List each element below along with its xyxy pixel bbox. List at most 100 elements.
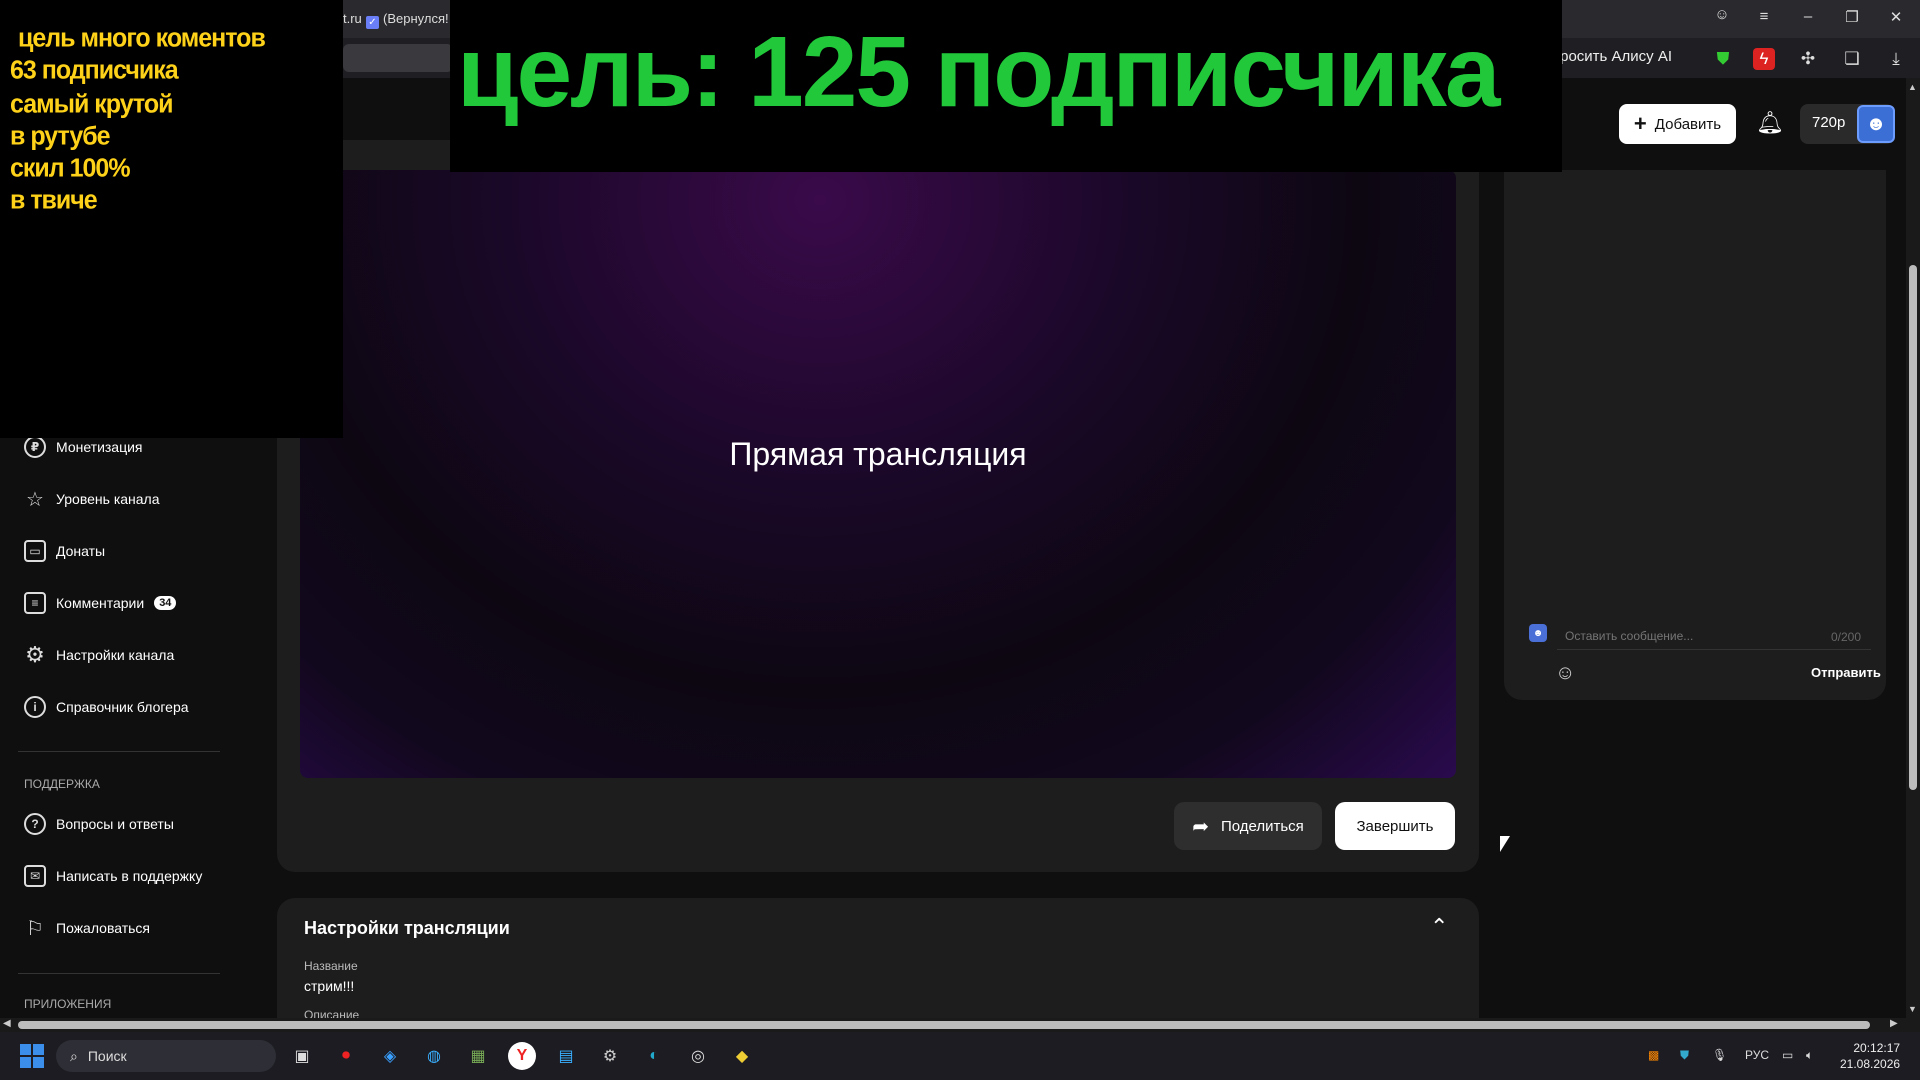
network-icon[interactable]: ▭ [1782, 1048, 1793, 1062]
chevron-up-icon[interactable]: ⌃ [1430, 914, 1448, 940]
question-icon: ? [24, 813, 46, 835]
sidebar-item-comments[interactable]: ≡ Комментарии 34 [24, 588, 177, 618]
close-icon[interactable]: ✕ [1886, 8, 1906, 26]
sidebar-item-label: Написать в поддержку [56, 868, 203, 884]
edge-browser-icon[interactable]: ◐ [640, 1042, 668, 1070]
overlay-line: в твиче [10, 185, 98, 215]
record-app-icon[interactable]: ⏺ [332, 1042, 360, 1070]
store-app-icon[interactable]: ▤ [552, 1042, 580, 1070]
tray-shield-icon[interactable]: ⛊ [1680, 1048, 1689, 1063]
sidebar-item-label: Пожаловаться [56, 920, 151, 936]
add-button-label: Добавить [1654, 115, 1722, 133]
steam-app-icon[interactable]: ◍ [420, 1042, 448, 1070]
windows-start-icon[interactable] [20, 1044, 44, 1068]
chat-message-input[interactable] [1557, 622, 1871, 650]
emoji-icon[interactable]: ☺ [1555, 662, 1575, 685]
minecraft-app-icon[interactable]: ▦ [464, 1042, 492, 1070]
sidebar-item-contact-support[interactable]: ✉ Написать в поддержку [24, 861, 202, 891]
flash-extension-icon[interactable]: ϟ [1753, 48, 1775, 70]
star-icon: ☆ [26, 488, 44, 511]
taskbar-search[interactable]: ⌕ Поиск [56, 1040, 276, 1072]
clock-time: 20:12:17 [1853, 1041, 1901, 1055]
sidebar-item-channel-level[interactable]: ☆ Уровень канала [24, 484, 160, 514]
stream-name-label: Название [304, 959, 358, 973]
gear-icon: ⚙ [25, 642, 45, 667]
scroll-left-arrow-icon[interactable]: ◀ [3, 1018, 11, 1029]
tab-url-fragment[interactable]: t.ru [343, 11, 362, 26]
task-view-icon[interactable]: ▣ [288, 1042, 316, 1070]
scroll-down-arrow-icon[interactable]: ▼ [1908, 1004, 1917, 1014]
obs-app-icon[interactable]: ◎ [684, 1042, 712, 1070]
share-button[interactable]: ➦ Поделиться [1174, 802, 1322, 850]
sidebar-divider [18, 973, 220, 974]
plus-icon: + [1633, 111, 1647, 136]
overlay-line: самый крутой [10, 89, 173, 119]
stream-name-value[interactable]: стрим!!! [304, 978, 354, 994]
address-field[interactable] [343, 44, 453, 72]
share-icon: ➦ [1192, 815, 1209, 838]
stream-description-label: Описание [304, 1008, 360, 1018]
overlay-line: 63 подписчика [10, 55, 179, 85]
restore-icon[interactable]: ❐ [1842, 8, 1862, 26]
chat-avatar: ☻ [1529, 624, 1547, 642]
sidebar-item-donations[interactable]: ▭ Донаты [24, 536, 105, 566]
sidebar-item-channel-settings[interactable]: ⚙ Настройки канала [24, 640, 174, 670]
ruble-icon: ₽ [24, 436, 46, 458]
overlay-line: скил 100% [10, 153, 131, 183]
wallet-icon: ▭ [24, 540, 46, 562]
sidebar-divider [18, 751, 220, 752]
volume-icon[interactable]: 🔈︎ [1806, 1048, 1813, 1063]
taskbar-clock[interactable]: 20:12:17 21.08.2026 [1840, 1040, 1900, 1072]
microphone-icon[interactable]: 🎙︎ [1712, 1048, 1727, 1062]
chat-panel [1504, 170, 1886, 700]
subscriber-goal-text: цель: 125 подписчика [457, 16, 1501, 128]
download-icon[interactable]: ⤓ [1885, 48, 1907, 70]
end-stream-button[interactable]: Завершить [1335, 802, 1455, 850]
tray-app-icon[interactable]: ▩ [1648, 1048, 1659, 1062]
box-app-icon[interactable]: ◈ [376, 1042, 404, 1070]
clock-date: 21.08.2026 [1840, 1057, 1901, 1071]
chat-send-button[interactable]: Отправить [1811, 665, 1881, 680]
share-button-label: Поделиться [1220, 817, 1304, 835]
sidebar-item-blogger-guide[interactable]: i Справочник блогера [24, 692, 189, 722]
minimize-icon[interactable]: – [1798, 8, 1818, 25]
comments-count-badge: 34 [154, 596, 177, 610]
video-player[interactable] [300, 170, 1456, 778]
language-indicator[interactable]: РУС [1745, 1048, 1769, 1062]
player-title: Прямая трансляция [729, 436, 1027, 472]
chat-char-counter: 0/200 [1831, 630, 1862, 644]
overlay-line: цель много коментов [18, 23, 266, 53]
horizontal-scrollbar-thumb[interactable] [18, 1021, 1870, 1029]
mouse-cursor [1500, 836, 1510, 852]
collections-icon[interactable]: ❏ [1841, 48, 1863, 70]
sidebar-item-faq[interactable]: ? Вопросы и ответы [24, 809, 174, 839]
sidebar-heading-apps: ПРИЛОЖЕНИЯ [24, 997, 112, 1011]
bell-icon[interactable]: 🔔︎ [1756, 110, 1784, 136]
overlay-line: в рутубе [10, 121, 111, 151]
add-button[interactable]: + Добавить [1619, 104, 1736, 144]
vertical-scrollbar-thumb[interactable] [1909, 265, 1917, 790]
tab-title-text: (Вернулся! [383, 11, 449, 26]
search-icon: ⌕ [70, 1047, 78, 1064]
scroll-right-arrow-icon[interactable]: ▶ [1890, 1018, 1898, 1029]
shield-extension-icon[interactable]: ⛊ [1712, 48, 1734, 70]
tab-title[interactable]: ✓ (Вернулся! [366, 11, 449, 29]
sidebar-item-label: Уровень канала [56, 491, 160, 507]
yandex-browser-icon[interactable]: Y [508, 1042, 536, 1070]
scroll-up-arrow-icon[interactable]: ▲ [1908, 82, 1917, 92]
extensions-icon[interactable]: ✣ [1797, 48, 1819, 70]
quality-label[interactable]: 720p [1812, 114, 1845, 131]
settings-title: Настройки трансляции [304, 918, 510, 938]
menu-icon[interactable]: ≡ [1754, 8, 1774, 25]
settings-app-icon[interactable]: ⚙ [596, 1042, 624, 1070]
profile-icon[interactable]: ☺ [1712, 6, 1732, 23]
taskbar-search-label: Поиск [87, 1048, 127, 1064]
sidebar-item-report[interactable]: ⚐ Пожаловаться [24, 913, 150, 943]
ask-alice-button[interactable]: просить Алису AI [1552, 48, 1672, 65]
sidebar-item-label: Настройки канала [56, 647, 175, 663]
mail-icon: ✉ [24, 865, 46, 887]
game-app-icon[interactable]: ◆ [728, 1042, 756, 1070]
sidebar-item-label: Справочник блогера [56, 699, 189, 715]
avatar[interactable]: ☻ [1857, 105, 1895, 143]
info-icon: i [24, 696, 46, 718]
